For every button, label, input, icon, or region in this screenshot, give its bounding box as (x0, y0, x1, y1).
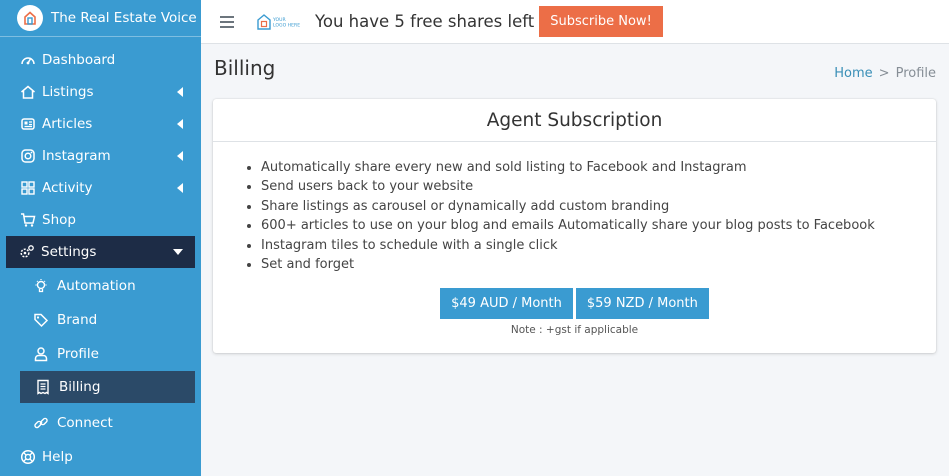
sidebar-item-billing[interactable]: Billing (20, 371, 195, 403)
free-shares-message: You have 5 free shares left (315, 12, 535, 31)
svg-text:LOGO HERE: LOGO HERE (273, 22, 300, 28)
sidebar-item-listings[interactable]: Listings (0, 76, 201, 108)
menu-toggle-icon[interactable] (220, 15, 234, 28)
receipt-icon (35, 379, 51, 395)
sidebar-item-label: Automation (57, 278, 136, 294)
sidebar-item-dashboard[interactable]: Dashboard (0, 44, 201, 76)
grid-icon (20, 180, 36, 196)
sidebar-item-label: Profile (57, 346, 99, 362)
feature-item: Set and forget (261, 255, 936, 274)
brand[interactable]: The Real Estate Voice (0, 0, 201, 37)
sidebar-item-label: Billing (59, 379, 101, 395)
sidebar-item-label: Settings (41, 244, 97, 260)
caret-down-icon (173, 249, 183, 255)
cart-icon (20, 212, 36, 228)
aud-plan-button[interactable]: $49 AUD / Month (440, 288, 573, 320)
sidebar-item-label: Brand (57, 312, 98, 328)
feature-item: Share listings as carousel or dynamicall… (261, 197, 936, 216)
sidebar-item-settings[interactable]: Settings (6, 236, 195, 268)
caret-left-icon (177, 151, 183, 161)
sidebar-item-brand[interactable]: Brand (0, 303, 201, 337)
your-logo-here-image: YOUR LOGO HERE (256, 12, 302, 32)
sidebar-item-instagram[interactable]: Instagram (0, 140, 201, 172)
house-icon (20, 84, 36, 100)
sidebar-item-help[interactable]: Help (0, 441, 201, 473)
sidebar-item-label: Help (42, 449, 73, 465)
help-icon (20, 449, 36, 465)
nzd-plan-button[interactable]: $59 NZD / Month (575, 288, 709, 320)
instagram-icon (20, 148, 36, 164)
sidebar-item-label: Dashboard (42, 52, 116, 68)
card-title: Agent Subscription (213, 99, 936, 142)
brand-logo-icon (17, 5, 43, 31)
subscribe-now-button[interactable]: Subscribe Now! (539, 6, 663, 37)
sidebar-item-shop[interactable]: Shop (0, 204, 201, 236)
lightbulb-icon (33, 278, 49, 294)
feature-item: Send users back to your website (261, 177, 936, 196)
caret-left-icon (177, 119, 183, 129)
page-title: Billing (214, 56, 276, 80)
sidebar-item-label: Activity (42, 180, 93, 196)
sidebar-item-label: Shop (42, 212, 76, 228)
sidebar-item-profile[interactable]: Profile (0, 337, 201, 371)
breadcrumb-current: Profile (895, 66, 936, 81)
sidebar-item-connect[interactable]: Connect (0, 406, 201, 440)
brand-name: The Real Estate Voice (51, 10, 197, 26)
breadcrumb-home-link[interactable]: Home (834, 66, 872, 81)
caret-left-icon (177, 87, 183, 97)
sidebar-item-articles[interactable]: Articles (0, 108, 201, 140)
feature-list: Automatically share every new and sold l… (213, 158, 936, 274)
gst-note: Note : +gst if applicable (510, 324, 639, 337)
subscription-card: Agent Subscription Automatically share e… (213, 99, 936, 353)
sidebar: The Real Estate Voice Dashboard Listings… (0, 0, 201, 476)
sidebar-item-automation[interactable]: Automation (0, 269, 201, 303)
cogs-icon (19, 244, 35, 260)
breadcrumb: Home > Profile (834, 66, 936, 81)
sidebar-item-label: Connect (57, 415, 113, 431)
newspaper-icon (20, 116, 36, 132)
sidebar-item-label: Articles (42, 116, 93, 132)
feature-item: Instagram tiles to schedule with a singl… (261, 236, 936, 255)
breadcrumb-separator: > (878, 66, 890, 81)
sidebar-item-label: Listings (42, 84, 94, 100)
tag-icon (33, 312, 49, 328)
topbar: YOUR LOGO HERE You have 5 free shares lef… (201, 0, 949, 44)
dashboard-icon (20, 52, 36, 68)
feature-item: Automatically share every new and sold l… (261, 158, 936, 177)
sidebar-item-label: Instagram (42, 148, 111, 164)
pricing-buttons: $49 AUD / Month $59 NZD / Month (213, 288, 936, 320)
user-icon (33, 346, 49, 362)
link-icon (33, 415, 49, 431)
svg-text:YOUR: YOUR (272, 17, 287, 23)
caret-left-icon (177, 183, 183, 193)
sidebar-item-activity[interactable]: Activity (0, 172, 201, 204)
feature-item: 600+ articles to use on your blog and em… (261, 216, 936, 235)
